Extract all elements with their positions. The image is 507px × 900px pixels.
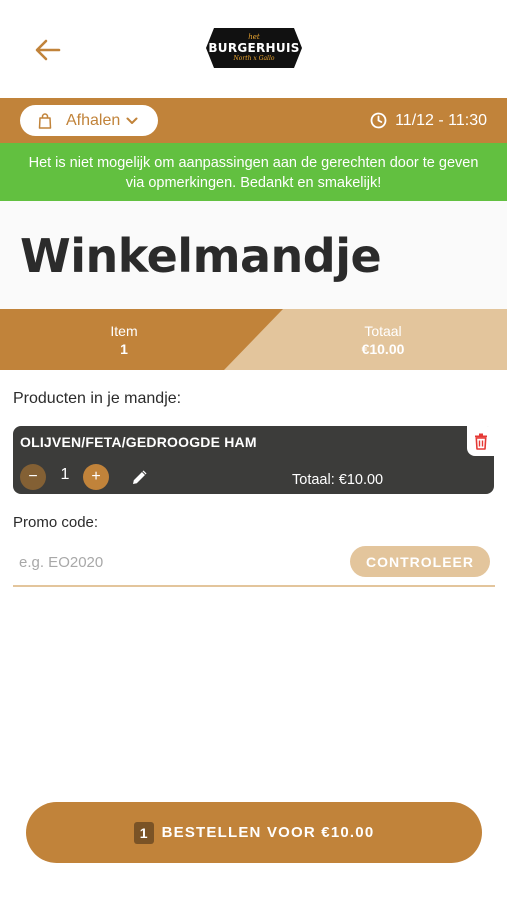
title-area: Winkelmandje [0,201,507,309]
logo-top-text: het [248,33,260,41]
check-promo-button[interactable]: CONTROLEER [350,546,490,577]
summary-total-label: Totaal [364,323,402,339]
pencil-icon [133,470,147,484]
product-total: Totaal: €10.00 [292,472,384,488]
place-order-button[interactable]: 1 BESTELLEN VOOR €10.00 [26,802,482,863]
product-name: OLIJVEN/FETA/GEDROOGDE HAM [20,434,257,450]
clock-icon [370,112,387,129]
back-button[interactable] [30,32,66,68]
pickup-mode-dropdown[interactable]: Afhalen [20,105,158,136]
pickup-time[interactable]: 11/12 - 11:30 [370,98,487,143]
promo-code-label: Promo code: [13,514,99,531]
summary-item-count: Item 1 [74,323,174,358]
notice-line-1: Het is niet mogelijk om aanpassingen aan… [28,155,479,171]
app-header: het BURGERHUIS North x Gallo [0,0,507,98]
page-title: Winkelmandje [20,229,382,283]
logo-main-text: BURGERHUIS [208,41,300,55]
shopping-bag-icon [38,112,52,129]
order-bar: Afhalen 11/12 - 11:30 [0,98,507,143]
logo-sub-text: North x Gallo [233,55,275,62]
delete-product-button[interactable] [467,426,495,456]
cart-product-card: OLIJVEN/FETA/GEDROOGDE HAM − 1 + Totaal:… [13,426,495,494]
increase-quantity-button[interactable]: + [83,464,109,490]
chevron-down-icon [126,117,138,124]
pickup-time-text: 11/12 - 11:30 [395,111,487,129]
arrow-left-icon [35,39,61,61]
notice-banner: Het is niet mogelijk om aanpassingen aan… [0,143,507,201]
quantity-value: 1 [60,466,70,483]
summary-item-label: Item [110,323,138,339]
decrease-quantity-button[interactable]: − [20,464,46,490]
trash-icon [475,433,487,450]
summary-total-value: €10.00 [361,341,405,357]
summary-item-value: 1 [120,341,128,357]
products-section-label: Producten in je mandje: [13,390,182,407]
order-item-count-badge: 1 [133,821,154,844]
promo-code-input[interactable] [19,551,319,573]
cart-summary: Item 1 Totaal €10.00 [0,309,507,370]
pickup-mode-label: Afhalen [66,111,121,129]
promo-code-row: CONTROLEER [13,540,495,587]
burgerhuis-logo: het BURGERHUIS North x Gallo [204,24,304,72]
place-order-label: BESTELLEN VOOR €10.00 [161,824,375,841]
edit-product-button[interactable] [129,466,151,488]
notice-line-2: via opmerkingen. Bedankt en smakelijk! [125,175,382,191]
summary-total: Totaal €10.00 [333,323,433,358]
